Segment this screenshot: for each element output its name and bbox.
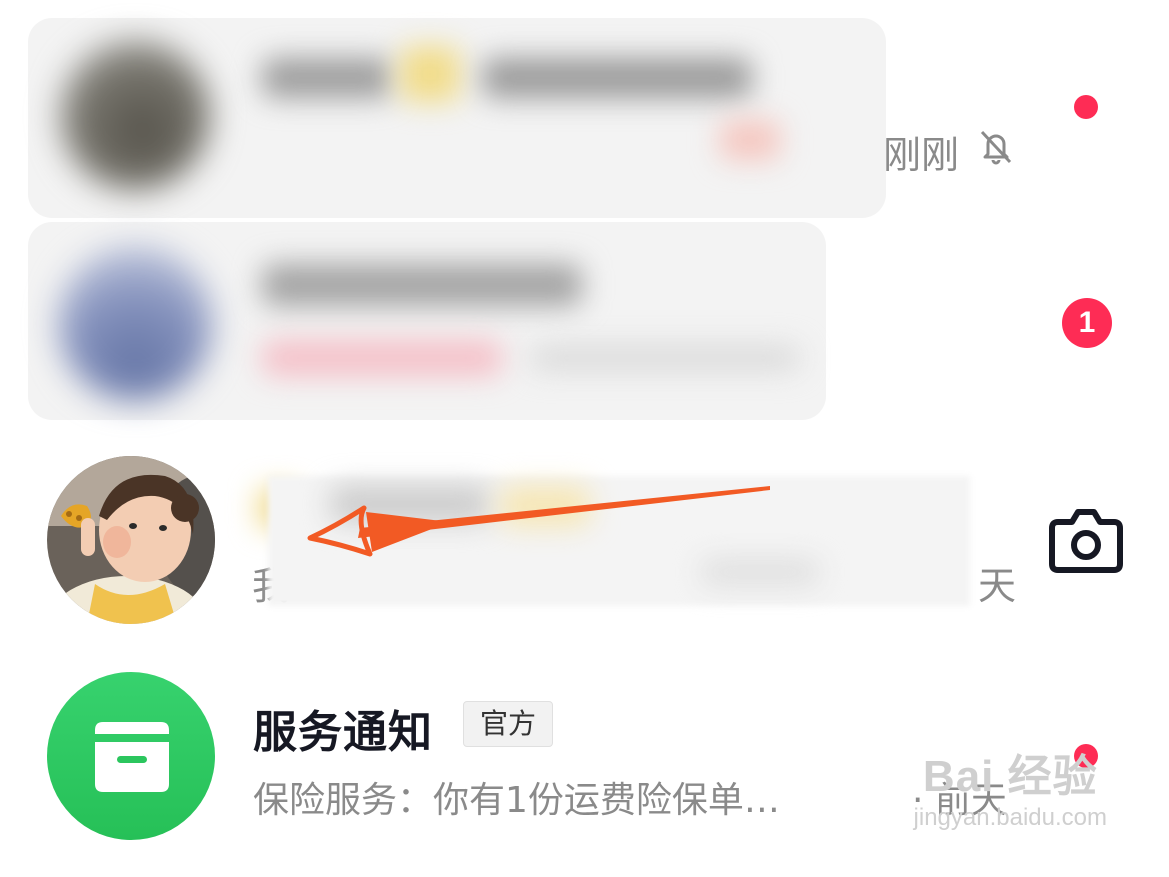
watermark-brand: Bai 经验 xyxy=(922,752,1098,801)
official-tag: 官方 xyxy=(463,701,554,747)
conversation-title: 服务通知 xyxy=(253,707,433,758)
conversation-time: 刚刚 xyxy=(883,133,960,177)
blurred-name xyxy=(262,264,582,306)
blurred-name-tail xyxy=(482,58,752,98)
camera-icon[interactable] xyxy=(1048,506,1124,574)
child-photo-illustration xyxy=(47,456,215,624)
bell-off-icon xyxy=(980,130,1012,165)
message-list-screen: 刚刚 1 天 服务通知 官方 保险服务：你有1份运费险保单… · 前天 Bai … xyxy=(0,0,1169,877)
blurred-preview xyxy=(720,120,780,160)
unread-count-badge: 1 xyxy=(1062,298,1112,348)
avatar xyxy=(60,40,210,190)
watermark: Bai 经验 jingyan.baidu.com xyxy=(914,740,1107,832)
watermark-url: jingyan.baidu.com xyxy=(913,804,1107,831)
annotation-arrow xyxy=(307,486,770,557)
message-preview: 保险服务：你有1份运费险保单… xyxy=(253,780,780,821)
service-avatar xyxy=(47,672,215,840)
inbox-icon xyxy=(95,722,169,792)
unread-dot xyxy=(1074,95,1098,119)
avatar xyxy=(58,246,213,401)
conversation-time-end: 天 xyxy=(978,564,1017,608)
blurred-name xyxy=(262,58,392,98)
avatar xyxy=(47,456,215,624)
blurred-preview-tail xyxy=(530,346,800,370)
blurred-preview xyxy=(262,340,502,376)
blurred-emoji xyxy=(400,46,460,102)
